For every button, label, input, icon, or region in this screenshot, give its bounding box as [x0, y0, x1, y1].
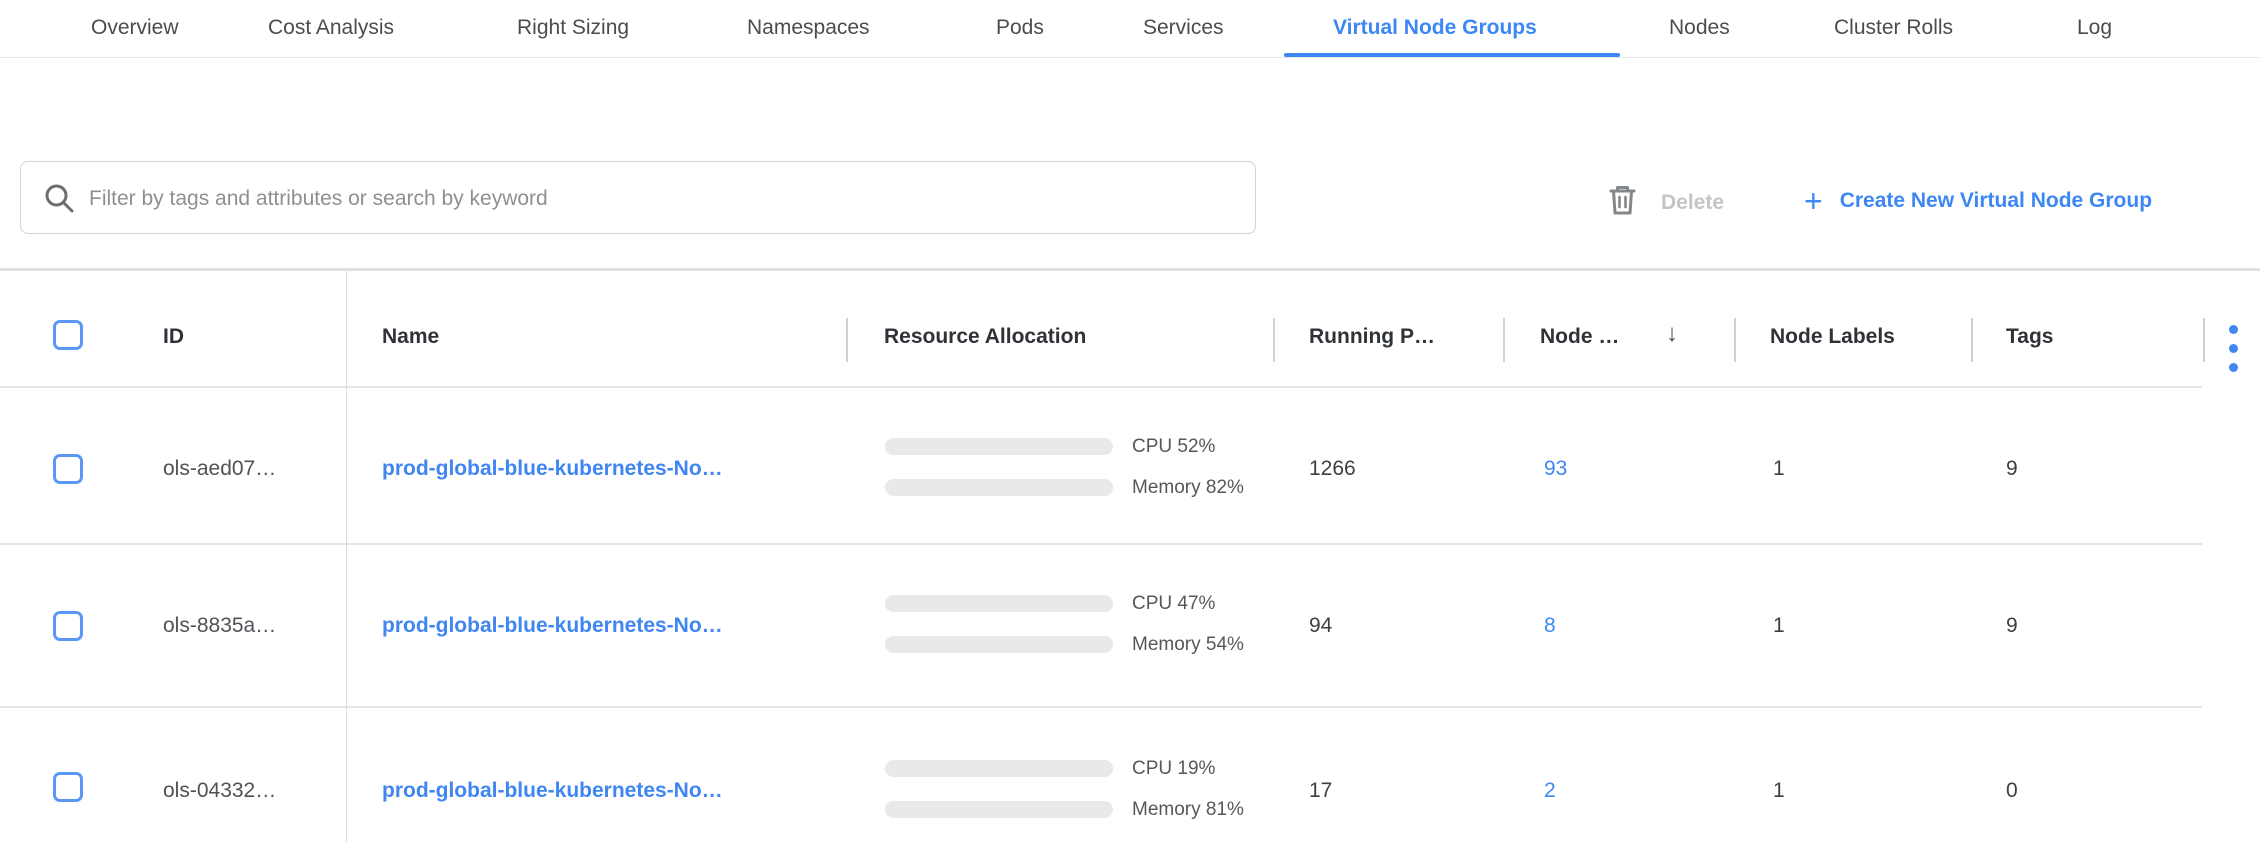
tab-overview[interactable]: Overview: [91, 15, 179, 41]
nodes-count-link[interactable]: 2: [1544, 778, 1556, 804]
table-row[interactable]: ols-aed07… prod-global-blue-kubernetes-N…: [0, 388, 2260, 543]
search-input[interactable]: [87, 162, 1231, 235]
nodes-count-link[interactable]: 93: [1544, 456, 1567, 482]
nodes-count-link[interactable]: 8: [1544, 613, 1556, 639]
tab-bar: Overview Cost Analysis Right Sizing Name…: [0, 0, 2260, 58]
tags-count: 0: [2006, 778, 2018, 804]
tab-cluster-rolls[interactable]: Cluster Rolls: [1834, 15, 1953, 41]
column-header-running-pods[interactable]: Running P…: [1309, 324, 1435, 350]
node-labels-count: 1: [1773, 456, 1785, 482]
node-labels-count: 1: [1773, 778, 1785, 804]
running-pods-count: 1266: [1309, 456, 1356, 482]
table-header-row: ID Name Resource Allocation Running P… N…: [0, 271, 2260, 386]
create-button-label: Create New Virtual Node Group: [1840, 189, 2152, 213]
column-header-nodes[interactable]: Node …: [1540, 324, 1619, 350]
column-divider: [1734, 318, 1736, 362]
filter-search-box[interactable]: [20, 161, 1256, 234]
vng-id: ols-04332…: [163, 778, 276, 804]
tab-virtual-node-groups[interactable]: Virtual Node Groups: [1333, 15, 1537, 41]
column-divider: [1273, 318, 1275, 362]
vng-id: ols-8835a…: [163, 613, 276, 639]
plus-icon: +: [1804, 183, 1823, 219]
column-header-resource-allocation[interactable]: Resource Allocation: [884, 324, 1086, 350]
tab-log[interactable]: Log: [2077, 15, 2112, 41]
column-options-kebab-icon[interactable]: [2229, 325, 2239, 382]
create-virtual-node-group-button[interactable]: + Create New Virtual Node Group: [1804, 183, 2152, 219]
column-header-name[interactable]: Name: [382, 324, 439, 350]
cpu-usage-label: CPU 19%: [1132, 756, 1215, 781]
delete-button[interactable]: Delete: [1608, 183, 1724, 222]
row-checkbox[interactable]: [53, 772, 83, 802]
column-divider: [1503, 318, 1505, 362]
cpu-usage-label: CPU 52%: [1132, 434, 1215, 459]
row-checkbox[interactable]: [53, 454, 83, 484]
trash-icon: [1608, 183, 1637, 222]
memory-usage-label: Memory 82%: [1132, 475, 1244, 500]
cpu-usage-bar: [885, 760, 1113, 777]
active-tab-underline: [1284, 53, 1620, 57]
tab-namespaces[interactable]: Namespaces: [747, 15, 870, 41]
tags-count: 9: [2006, 613, 2018, 639]
table-row[interactable]: ols-8835a… prod-global-blue-kubernetes-N…: [0, 545, 2260, 706]
tab-cost-analysis[interactable]: Cost Analysis: [268, 15, 394, 41]
column-header-node-labels[interactable]: Node Labels: [1770, 324, 1895, 350]
running-pods-count: 94: [1309, 613, 1332, 639]
sort-descending-icon[interactable]: ↓: [1666, 320, 1678, 348]
memory-usage-bar: [885, 636, 1113, 653]
running-pods-count: 17: [1309, 778, 1332, 804]
table-row[interactable]: ols-04332… prod-global-blue-kubernetes-N…: [0, 708, 2260, 842]
column-divider: [846, 318, 848, 362]
column-divider: [1971, 318, 1973, 362]
cpu-usage-bar: [885, 595, 1113, 612]
tags-count: 9: [2006, 456, 2018, 482]
tab-right-sizing[interactable]: Right Sizing: [517, 15, 629, 41]
memory-usage-bar: [885, 801, 1113, 818]
memory-usage-bar: [885, 479, 1113, 496]
vng-name-link[interactable]: prod-global-blue-kubernetes-No…: [382, 613, 723, 639]
cpu-usage-label: CPU 47%: [1132, 591, 1215, 616]
column-divider: [2203, 318, 2205, 362]
search-icon: [43, 182, 76, 220]
tab-nodes[interactable]: Nodes: [1669, 15, 1730, 41]
column-header-id[interactable]: ID: [163, 324, 184, 350]
select-all-checkbox[interactable]: [53, 320, 83, 350]
row-checkbox[interactable]: [53, 611, 83, 641]
virtual-node-groups-page: Overview Cost Analysis Right Sizing Name…: [0, 0, 2260, 842]
memory-usage-label: Memory 54%: [1132, 632, 1244, 657]
tab-pods[interactable]: Pods: [996, 15, 1044, 41]
vng-id: ols-aed07…: [163, 456, 276, 482]
node-labels-count: 1: [1773, 613, 1785, 639]
cpu-usage-bar: [885, 438, 1113, 455]
memory-usage-label: Memory 81%: [1132, 797, 1244, 822]
vng-name-link[interactable]: prod-global-blue-kubernetes-No…: [382, 456, 723, 482]
delete-button-label: Delete: [1661, 191, 1724, 215]
vng-name-link[interactable]: prod-global-blue-kubernetes-No…: [382, 778, 723, 804]
column-header-tags[interactable]: Tags: [2006, 324, 2053, 350]
tab-services[interactable]: Services: [1143, 15, 1224, 41]
